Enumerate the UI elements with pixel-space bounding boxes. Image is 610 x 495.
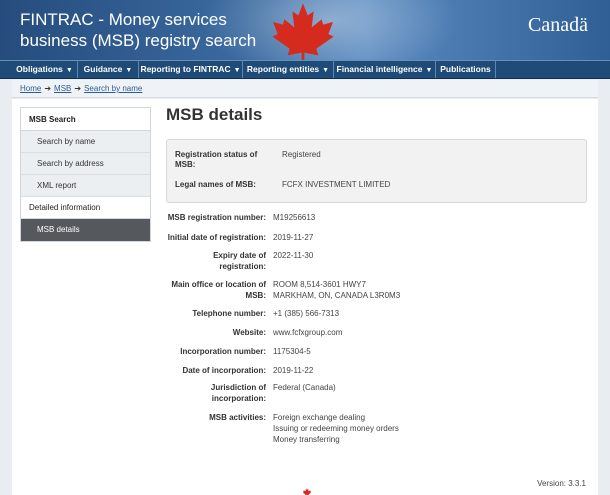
msb-activity-item: Issuing or redeeming money orders xyxy=(273,424,399,433)
sidebar-item-search-by-name[interactable]: Search by name xyxy=(21,131,150,153)
nav-label: Financial intelligence xyxy=(336,64,423,74)
nav-financial-intelligence[interactable]: Financial intelligence ▼ xyxy=(334,61,436,78)
nav-label: Reporting entities xyxy=(246,64,320,74)
breadcrumb-home[interactable]: Home xyxy=(20,84,41,93)
site-header: FINTRAC - Money services business (MSB) … xyxy=(0,0,610,60)
chevron-down-icon: ▼ xyxy=(233,67,241,74)
sidebar-item-search-by-address[interactable]: Search by address xyxy=(21,153,150,175)
registration-number-label: MSB registration number: xyxy=(167,213,266,222)
sidebar-section-detailed-information: Detailed information xyxy=(21,197,150,219)
initial-date-value: 2019-11-27 xyxy=(273,233,314,242)
date-of-incorporation-label: Date of incorporation: xyxy=(182,366,266,375)
registration-number-value: M19256613 xyxy=(273,213,316,222)
registration-status-box: Registration status of MSB: Registered L… xyxy=(166,139,587,203)
nav-label: Publications xyxy=(440,64,491,74)
date-of-incorporation-value: 2019-11-22 xyxy=(273,366,314,375)
jurisdiction-label: Jurisdiction of incorporation: xyxy=(210,383,266,403)
nav-obligations[interactable]: Obligations ▼ xyxy=(12,61,78,78)
site-title: FINTRAC - Money services business (MSB) … xyxy=(20,10,257,50)
canada-wordmark[interactable]: Canadä xyxy=(528,14,588,37)
sidebar: MSB Search Search by name Search by addr… xyxy=(20,107,151,242)
chevron-down-icon: ▼ xyxy=(65,67,73,74)
website-label: Website: xyxy=(232,328,266,337)
breadcrumb: Home ➔ MSB ➔ Search by name xyxy=(12,80,598,98)
page-title: MSB details xyxy=(166,105,263,124)
nav-label: Reporting to FINTRAC xyxy=(140,64,231,74)
nav-label: Obligations xyxy=(16,64,63,74)
arrow-right-icon: ➔ xyxy=(44,84,52,93)
msb-activity-item: Foreign exchange dealing xyxy=(273,413,366,422)
nav-publications[interactable]: Publications xyxy=(436,61,496,78)
registration-status-value: Registered xyxy=(282,150,321,159)
telephone-label: Telephone number: xyxy=(192,309,266,318)
main-nav: Obligations ▼ Guidance ▼ Reporting to FINT… xyxy=(0,60,610,79)
legal-names-value: FCFX INVESTMENT LIMITED xyxy=(282,180,391,189)
incorporation-number-label: Incorporation number: xyxy=(180,347,266,356)
initial-date-label: Initial date of registration: xyxy=(167,233,266,242)
main-office-label: Main office or location of MSB: xyxy=(171,280,266,300)
content-area: MSB Search Search by name Search by addr… xyxy=(12,99,598,495)
main-office-line2: MARKHAM, ON, CANADA L3R0M3 xyxy=(273,291,401,300)
main-office-line1: ROOM 8,514-3601 HWY7 xyxy=(273,280,366,289)
legal-names-label: Legal names of MSB: xyxy=(175,180,256,189)
msb-activities-label: MSB activities: xyxy=(209,413,266,422)
nav-reporting-to-fintrac[interactable]: Reporting to FINTRAC ▼ xyxy=(139,61,243,78)
sidebar-heading: MSB Search xyxy=(21,108,150,131)
nav-guidance[interactable]: Guidance ▼ xyxy=(78,61,139,78)
arrow-right-icon: ➔ xyxy=(74,84,82,93)
registration-status-label: Registration status of MSB: xyxy=(175,150,258,169)
incorporation-number-value: 1175304-5 xyxy=(273,347,311,356)
chevron-down-icon: ▼ xyxy=(425,67,433,74)
telephone-value: +1 (385) 566-7313 xyxy=(273,309,340,318)
expiry-date-value: 2022-11-30 xyxy=(273,251,314,260)
nav-label: Guidance xyxy=(83,64,123,74)
chevron-down-icon: ▼ xyxy=(125,67,133,74)
jurisdiction-value: Federal (Canada) xyxy=(273,383,336,392)
version-label: Version: 3.3.1 xyxy=(537,479,586,488)
nav-reporting-entities[interactable]: Reporting entities ▼ xyxy=(243,61,334,78)
breadcrumb-msb[interactable]: MSB xyxy=(54,84,71,93)
expiry-date-label: Expiry date of registration: xyxy=(213,251,266,271)
sidebar-item-xml-report[interactable]: XML report xyxy=(21,175,150,197)
website-value: www.fcfxgroup.com xyxy=(273,328,343,337)
maple-leaf-icon xyxy=(272,3,334,60)
msb-activity-item: Money transferring xyxy=(273,435,340,444)
sidebar-item-msb-details[interactable]: MSB details xyxy=(21,219,150,241)
breadcrumb-search-by-name[interactable]: Search by name xyxy=(84,84,142,93)
chevron-down-icon: ▼ xyxy=(322,67,330,74)
maple-leaf-icon xyxy=(302,488,312,495)
